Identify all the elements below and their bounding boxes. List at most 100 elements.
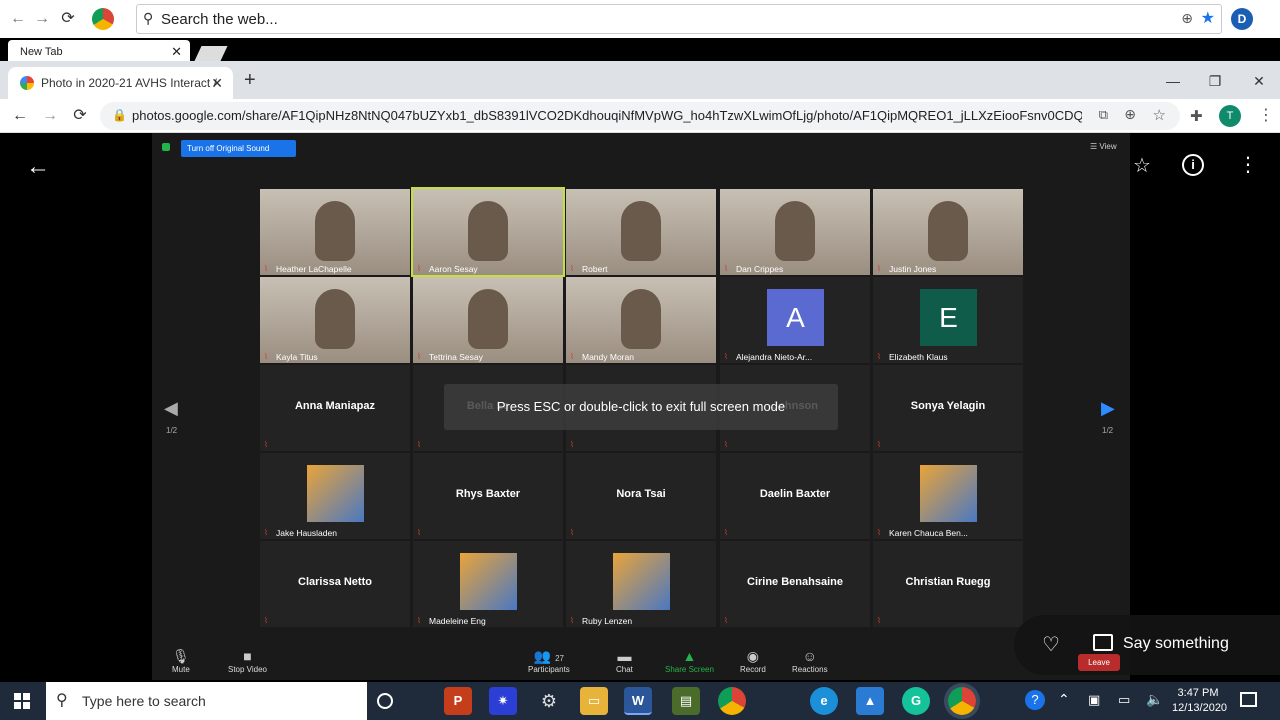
settings-gear-icon[interactable]: ⚙ [535,687,563,715]
participant-tile[interactable]: A ⌇ Alejandra Nieto-Ar... [720,277,870,363]
outer-search-box[interactable]: ⚲ Search the web... ⊕ ★ [136,4,1222,34]
muted-mic-icon: ⌇ [877,264,881,273]
participant-tile[interactable]: Cirine Benahsaine ⌇ [720,541,870,627]
participant-tile[interactable]: E ⌇ Elizabeth Klaus [873,277,1023,363]
back-icon[interactable]: ← [8,9,28,29]
window-close-icon[interactable]: ✕ [1244,69,1274,93]
outer-tab[interactable]: New Tab ✕ [8,40,190,61]
info-icon[interactable]: i [1182,154,1204,176]
prev-page-icon[interactable]: ◀ [164,398,178,419]
view-button[interactable]: ☰ View [1090,142,1117,151]
chrome-logo-icon[interactable] [92,8,114,30]
zoom-icon[interactable]: ⊕ [1124,106,1136,123]
participant-tile[interactable]: Christian Ruegg ⌇ [873,541,1023,627]
more-menu-icon[interactable]: ⋮ [1258,105,1274,125]
notepad-icon[interactable]: ▤ [672,687,700,715]
close-icon[interactable]: ✕ [171,44,182,60]
network-icon[interactable]: ▣ [1088,692,1100,708]
taskbar-clock[interactable]: 3:47 PM 12/13/2020 [1172,686,1228,716]
profile-avatar[interactable]: T [1219,105,1241,127]
participant-tile[interactable]: ⌇ Justin Jones [873,189,1023,275]
chat-button[interactable]: ▬ Chat [616,648,633,674]
participant-tile[interactable]: Daelin Baxter ⌇ [720,453,870,539]
back-icon[interactable]: ← [10,106,30,126]
taskbar-search-input[interactable]: Type here to search [82,693,206,709]
muted-mic-icon: ⌇ [417,528,421,537]
favorite-star-icon[interactable]: ☆ [1133,153,1151,178]
participant-name-label: Alejandra Nieto-Ar... [736,352,813,362]
battery-icon[interactable]: ▭ [1118,692,1130,708]
mute-button[interactable]: 🎙 Mute [172,648,190,674]
photos-app-icon[interactable]: ▲ [856,687,884,715]
windows-start-icon[interactable] [14,693,30,709]
word-icon[interactable]: W [624,687,652,715]
new-tab-button[interactable] [194,46,228,61]
forward-icon[interactable]: → [32,9,52,29]
participant-tile[interactable]: Anna Maniapaz ⌇ [260,365,410,451]
bookmark-star-icon[interactable]: ☆ [1153,106,1166,124]
address-bar[interactable]: 🔒 photos.google.com/share/AF1QipNHz8NtNQ… [100,102,1180,130]
minimize-icon[interactable]: — [1158,69,1188,93]
participant-tile[interactable]: ⌇ Jake Hausladen [260,453,410,539]
heart-icon[interactable]: ♡ [1042,632,1060,657]
chrome-active-icon[interactable] [948,687,976,715]
participant-tile[interactable]: ⌇ Madeleine Eng [413,541,563,627]
outer-search-input[interactable]: Search the web... [161,11,278,28]
participant-name-label: Ruby Lenzen [582,616,633,626]
clock-date: 12/13/2020 [1172,702,1228,714]
say-something-button[interactable]: Say something [1123,635,1229,653]
bookmark-star-icon[interactable]: ★ [1201,8,1215,28]
leave-button[interactable]: Leave [1078,654,1120,671]
zoom-icon[interactable]: ⊕ [1181,10,1193,27]
stop-video-button[interactable]: ■ Stop Video [228,648,267,674]
participant-tile[interactable]: ⌇ Robert [566,189,716,275]
edge-icon[interactable]: e [810,687,838,715]
participant-tile[interactable]: ⌇ Tettrina Sesay [413,277,563,363]
task-view-icon[interactable] [377,693,393,709]
participant-tile[interactable]: Rhys Baxter ⌇ [413,453,563,539]
forward-icon[interactable]: → [40,106,60,126]
restore-icon[interactable]: ❐ [1200,69,1230,93]
powerpoint-icon[interactable]: P [444,687,472,715]
outer-profile-icon[interactable]: D [1231,8,1253,30]
reactions-button[interactable]: ☺ Reactions [792,648,828,674]
participant-tile[interactable]: Clarissa Netto ⌇ [260,541,410,627]
participant-tile[interactable]: ⌇ Heather LaChapelle [260,189,410,275]
grammarly-icon[interactable]: G [902,687,930,715]
participant-tile[interactable]: ⌇ Ruby Lenzen [566,541,716,627]
participants-icon: 👥 27 [533,648,565,664]
share-screen-button[interactable]: ▲ Share Screen [665,648,714,674]
volume-icon[interactable]: 🔈 [1146,691,1163,708]
file-explorer-icon[interactable]: ▭ [580,687,608,715]
chevron-up-icon[interactable]: ⌃ [1058,691,1070,708]
inner-tab[interactable]: Photo in 2020-21 AVHS Interact / ✕ [8,67,233,99]
notifications-icon[interactable] [1240,692,1257,707]
reload-icon[interactable]: ⟳ [70,106,90,126]
participant-tile[interactable]: ⌇ Karen Chauca Ben... [873,453,1023,539]
extensions-icon[interactable]: ✚ [1190,107,1203,125]
participant-tile[interactable]: ⌇ Mandy Moran [566,277,716,363]
participant-tile[interactable]: ⌇ Kayla Titus [260,277,410,363]
next-page-icon[interactable]: ▶ [1101,398,1115,419]
reload-icon[interactable]: ⟳ [58,9,78,29]
taskbar-search[interactable]: ⚲ Type here to search [46,682,367,720]
participant-video [315,201,355,261]
participant-tile[interactable]: ⌇ Aaron Sesay [411,187,565,277]
record-button[interactable]: ◉ Record [740,648,766,674]
chrome-icon[interactable] [718,687,746,715]
participant-tile[interactable]: Nora Tsai ⌇ [566,453,716,539]
muted-mic-icon: ⌇ [417,440,421,449]
open-external-icon[interactable]: ⧉ [1099,107,1108,123]
help-icon[interactable]: ? [1025,690,1045,710]
original-sound-button[interactable]: Turn off Original Sound [181,140,296,157]
back-arrow-icon[interactable]: ← [26,153,50,181]
participant-tile[interactable]: Sonya Yelagin ⌇ [873,365,1023,451]
close-icon[interactable]: ✕ [211,75,223,92]
app-icon[interactable]: ✷ [489,687,517,715]
participants-button[interactable]: 👥 27 Participants [528,648,570,674]
participant-tile[interactable]: ⌇ Dan Crippes [720,189,870,275]
more-options-icon[interactable]: ⋮ [1238,152,1258,177]
url-text[interactable]: photos.google.com/share/AF1QipNHz8NtNQ04… [132,108,1082,123]
new-tab-plus-icon[interactable]: + [244,69,256,92]
comment-icon[interactable] [1093,634,1113,651]
